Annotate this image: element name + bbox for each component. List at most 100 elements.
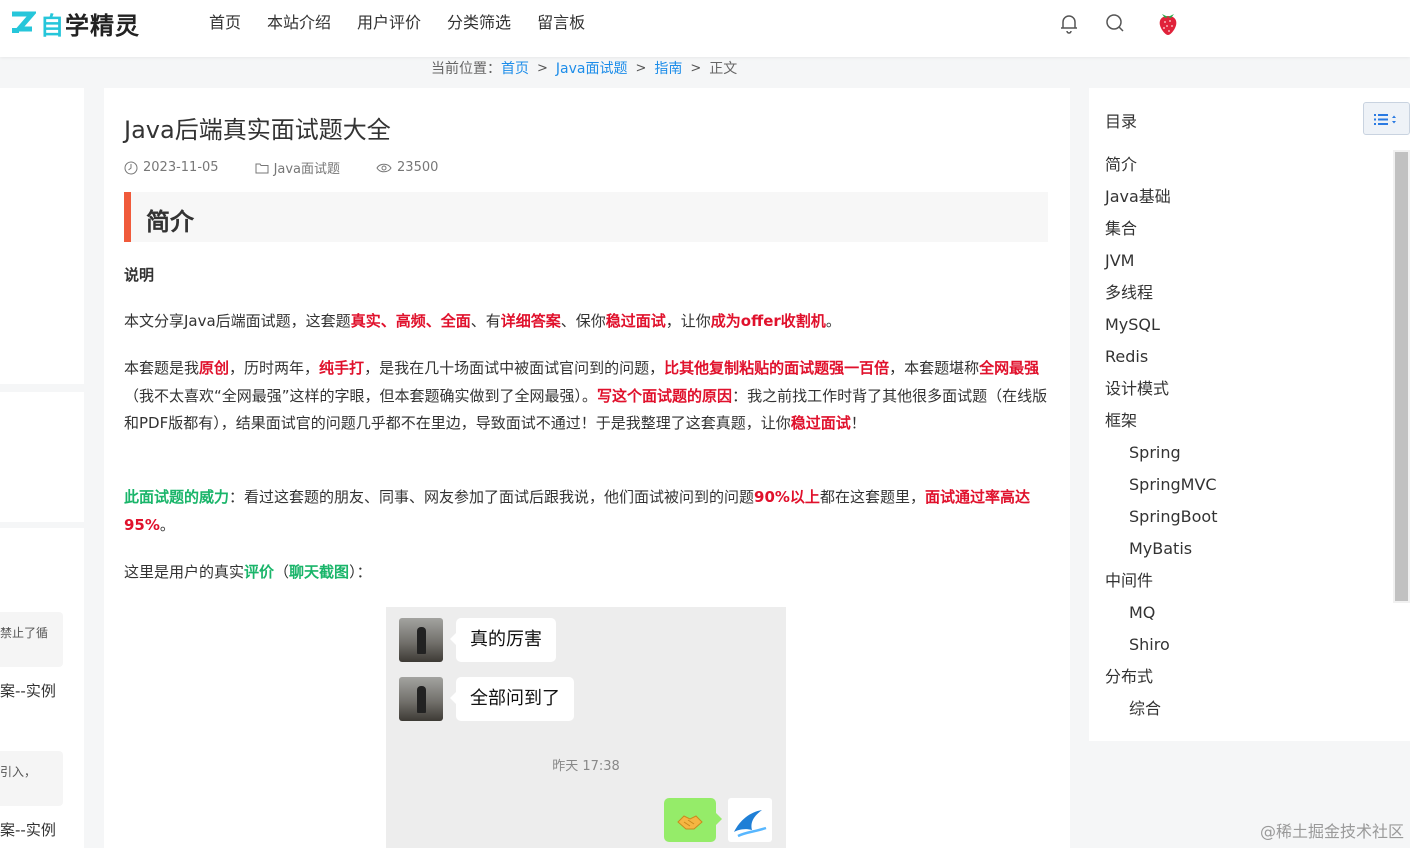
toc-item[interactable]: SpringMVC — [1105, 472, 1217, 504]
text: 、有 — [470, 312, 501, 330]
text: ）： — [349, 563, 372, 581]
toc-item[interactable]: Java基础 — [1105, 184, 1217, 216]
highlight-text: 此面试题的威力 — [124, 488, 230, 506]
text: ，历时两年， — [229, 359, 320, 377]
handshake-icon — [677, 815, 703, 830]
left-snippet[interactable]: 引入， — [0, 751, 63, 806]
text: 。 — [159, 515, 175, 534]
clock-icon — [124, 161, 138, 174]
breadcrumb-current: 正文 — [709, 61, 738, 77]
toc-item[interactable]: 集合 — [1105, 216, 1217, 248]
left-snippet-text: 禁止了循 — [0, 626, 49, 640]
meta-views-text: 23500 — [397, 160, 439, 175]
left-snippet[interactable]: 禁止了循 — [0, 612, 63, 667]
site-logo[interactable]: 自学精灵 — [10, 8, 140, 40]
my-avatar — [728, 798, 772, 842]
toc-scrollbar-thumb[interactable] — [1395, 152, 1408, 601]
table-of-contents: 目录 简介 Java基础 集合 JVM 多线程 MySQL Redis 设计模式 框架 Sprin… — [1089, 88, 1410, 741]
toc-item[interactable]: 多线程 — [1105, 280, 1217, 312]
chat-timestamp: 昨天 17:38 — [552, 759, 620, 774]
nav-home[interactable]: 首页 — [209, 12, 241, 34]
highlight-text: 全网最强 — [979, 359, 1040, 377]
bell-icon[interactable] — [1058, 12, 1080, 34]
nav-guestbook[interactable]: 留言板 — [537, 12, 585, 34]
highlight-text: 比其他复制粘贴的面试题强一百倍 — [664, 359, 890, 377]
chat-bubble: 真的厉害 — [450, 618, 556, 662]
paragraph-origin: 本套题是我原创，历时两年，纯手打，是我在几十场面试中被面试官问到的问题，比其他复… — [124, 355, 1050, 438]
toc-item[interactable]: MQ — [1105, 600, 1217, 632]
text: ，本套题堪称 — [889, 359, 980, 377]
nav-reviews[interactable]: 用户评价 — [357, 12, 421, 34]
text: 。 — [825, 312, 841, 330]
toc-list: 简介 Java基础 集合 JVM 多线程 MySQL Redis 设计模式 框架 Spring Sp… — [1105, 152, 1217, 728]
toc-item[interactable]: 简介 — [1105, 152, 1217, 184]
article-card: Java后端真实面试题大全 2023-11-05 Java面试题 23500 简… — [104, 88, 1070, 848]
meta-views: 23500 — [376, 160, 456, 175]
highlight-text: 评价 — [244, 563, 275, 581]
toc-item[interactable]: 综合 — [1105, 696, 1217, 728]
text: 都在这套题里， — [819, 488, 925, 506]
watermark: @稀土掘金技术社区 — [1259, 822, 1404, 841]
toc-item[interactable]: 中间件 — [1105, 568, 1217, 600]
chat-avatar — [399, 677, 443, 721]
text: 这里是用户的真实 — [124, 563, 245, 581]
toc-item[interactable]: Shiro — [1105, 632, 1217, 664]
breadcrumb-category[interactable]: Java面试题 — [556, 58, 628, 78]
highlight-text: 详细答案 — [500, 312, 561, 330]
wave-avatar-icon — [734, 810, 767, 838]
breadcrumb-home[interactable]: 首页 — [501, 58, 529, 78]
toc-toggle-button[interactable] — [1363, 102, 1410, 135]
search-icon[interactable] — [1104, 12, 1126, 34]
toc-item[interactable]: 分布式 — [1105, 664, 1217, 696]
top-header: 自学精灵 首页 本站介绍 用户评价 分类筛选 留言板 — [0, 0, 1410, 57]
toc-item[interactable]: 设计模式 — [1105, 376, 1217, 408]
nav-about[interactable]: 本站介绍 — [267, 12, 331, 34]
left-card-1 — [0, 88, 84, 384]
left-link[interactable]: 案--实例 — [0, 680, 84, 701]
text: （我不太喜欢“全网最强”这样的字眼，但本套题确实做到了全网最强）。 — [124, 386, 598, 405]
text: 本套题是我 — [124, 359, 200, 377]
toc-item[interactable]: JVM — [1105, 248, 1217, 280]
toc-item[interactable]: Spring — [1105, 440, 1217, 472]
paragraph-intro: 本文分享Java后端面试题，这套题真实、高频、全面、有详细答案、保你稳过面试，让… — [124, 308, 1050, 336]
chat-avatar — [399, 618, 443, 662]
toc-item[interactable]: Redis — [1105, 344, 1217, 376]
meta-category[interactable]: Java面试题 — [255, 158, 358, 177]
highlight-text: 原创 — [199, 359, 230, 377]
highlight-text: 90%以上 — [754, 488, 820, 506]
left-snippet-text: 引入， — [0, 765, 37, 779]
text: ！ — [850, 414, 866, 432]
highlight-text: 真实、高频、全面 — [350, 312, 471, 330]
breadcrumb-separator: > — [635, 60, 647, 76]
article-meta: 2023-11-05 Java面试题 23500 — [124, 158, 474, 177]
breadcrumb: 当前位置： 首页 > Java面试题 > 指南 > 正文 — [431, 58, 737, 78]
highlight-text: 稳过面试 — [790, 414, 851, 432]
highlight-text: 成为offer收割机 — [710, 312, 826, 330]
strawberry-avatar-icon[interactable] — [1156, 10, 1180, 36]
left-link[interactable]: 案--实例 — [0, 819, 84, 840]
breadcrumb-separator: > — [537, 60, 548, 76]
folder-icon — [255, 163, 269, 173]
text: 、保你 — [560, 312, 606, 330]
meta-date-text: 2023-11-05 — [143, 160, 219, 175]
breadcrumb-guide[interactable]: 指南 — [654, 58, 682, 78]
list-icon — [1374, 114, 1396, 125]
logo-icon — [10, 10, 38, 36]
breadcrumb-separator: > — [690, 60, 702, 76]
meta-date: 2023-11-05 — [124, 160, 237, 175]
nav-categories[interactable]: 分类筛选 — [447, 12, 511, 34]
toc-item[interactable]: MySQL — [1105, 312, 1217, 344]
article-title: Java后端真实面试题大全 — [124, 116, 391, 144]
breadcrumb-prefix: 当前位置： — [431, 61, 501, 77]
text: 本文分享Java后端面试题，这套题 — [124, 312, 351, 330]
text: ：看过这套题的朋友、同事、网友参加了面试后跟我说，他们面试被问到的问题 — [229, 488, 755, 506]
toc-item[interactable]: SpringBoot — [1105, 504, 1217, 536]
toc-item[interactable]: 框架 — [1105, 408, 1217, 440]
highlight-text: 纯手打 — [319, 359, 365, 377]
highlight-text: 稳过面试 — [605, 312, 666, 330]
toc-item[interactable]: MyBatis — [1105, 536, 1217, 568]
section-heading-text: 简介 — [146, 208, 194, 236]
meta-category-text: Java面试题 — [273, 162, 341, 177]
highlight-text: 聊天截图 — [289, 563, 350, 581]
section-label: 说明 — [124, 266, 155, 284]
